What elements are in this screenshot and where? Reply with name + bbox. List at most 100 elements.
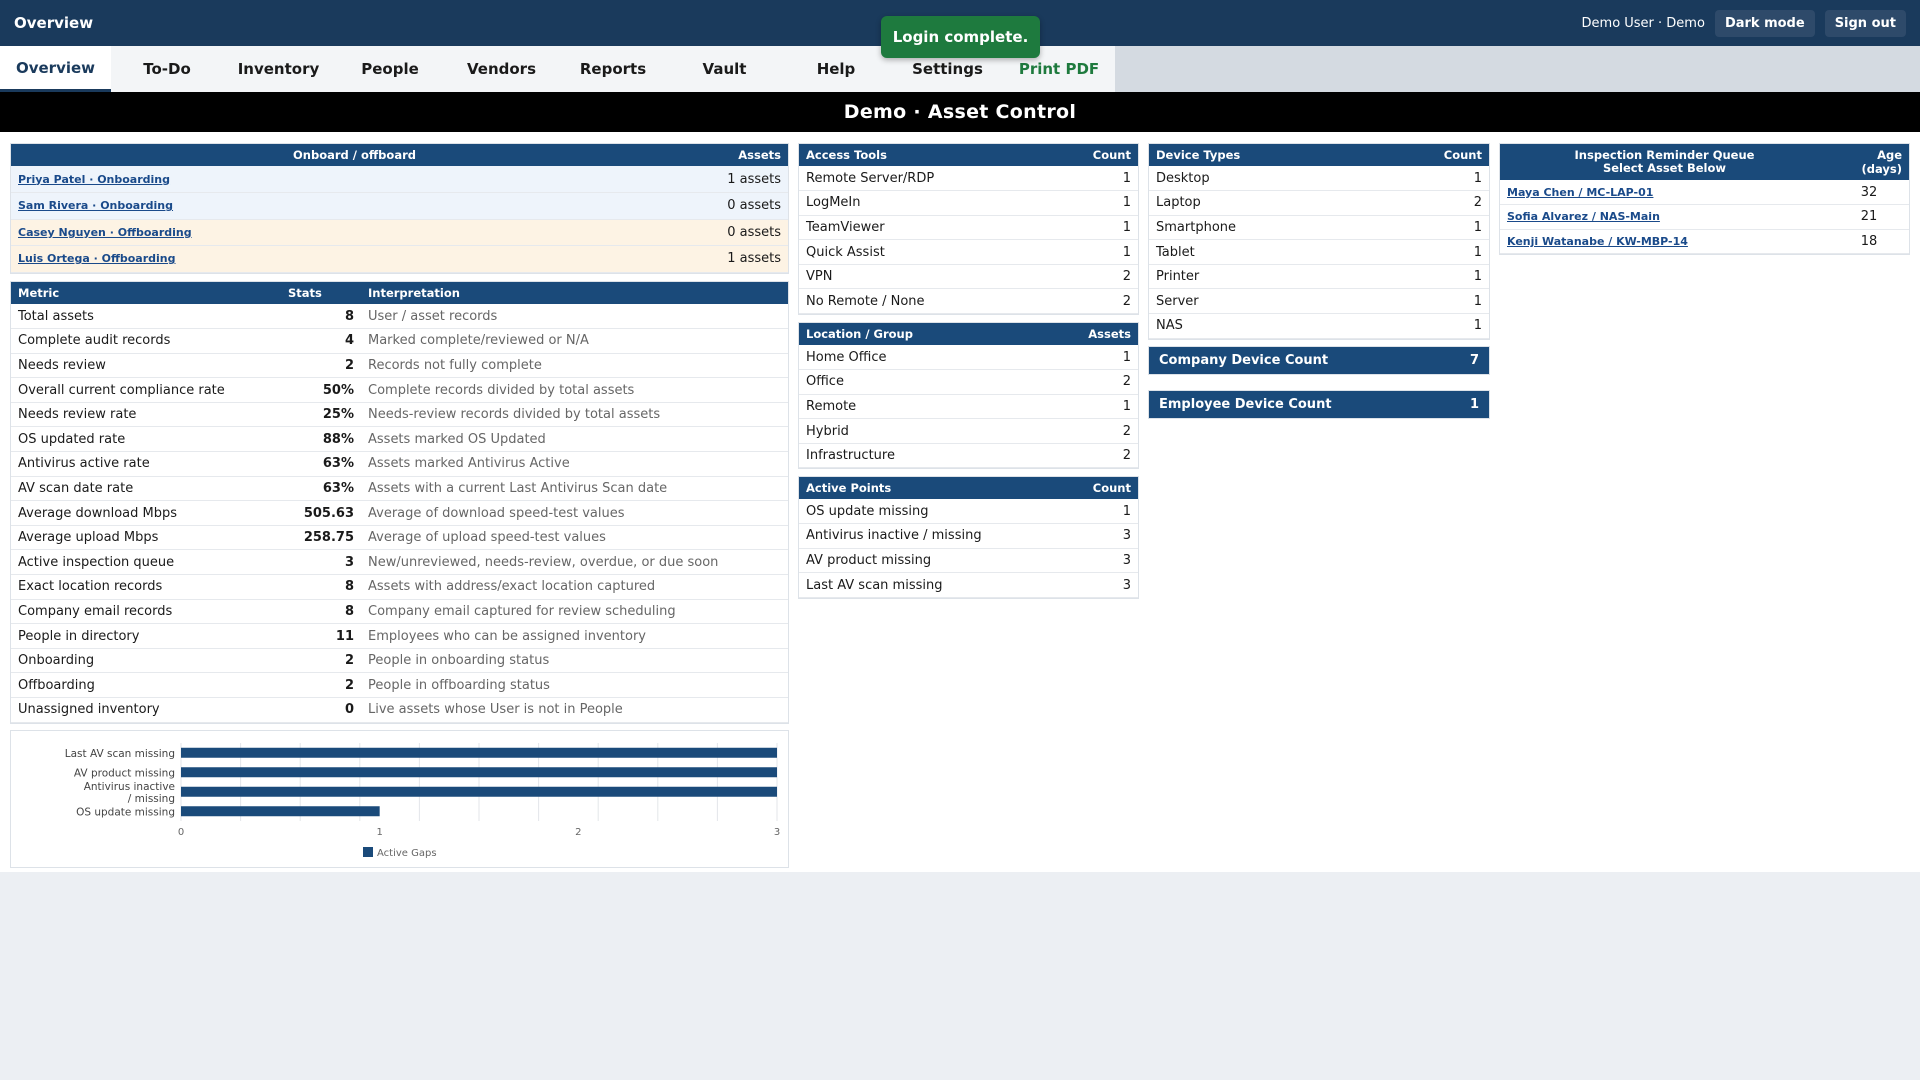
- metric-name: Active inspection queue: [11, 549, 281, 576]
- metric-stat: 3: [281, 549, 361, 576]
- metric-row: AV scan date rate 63% Assets with a curren…: [11, 476, 788, 502]
- metric-row: Active inspection queue 3 New/unreviewed, …: [11, 549, 788, 576]
- metric-interpretation: Needs-review records divided by total as…: [361, 402, 788, 428]
- access-tools-count-header: Count: [1046, 144, 1138, 166]
- metric-name: OS updated rate: [11, 426, 281, 453]
- device-type-label: Tablet: [1149, 239, 1372, 265]
- metric-interpretation: Assets with address/exact location captu…: [361, 574, 788, 600]
- device-type-label: Printer: [1149, 264, 1372, 290]
- employee-device-value: 1: [1469, 397, 1479, 412]
- inspection-row: Kenji Watanabe / KW-MBP-14 18: [1500, 229, 1909, 255]
- access-tool-row: Remote Server/RDP 1: [799, 166, 1138, 192]
- device-types-panel: Device Types Count Desktop 1 Laptop 2 Smartp…: [1148, 143, 1490, 340]
- metric-name: People in directory: [11, 623, 281, 649]
- dark-mode-button[interactable]: Dark mode: [1714, 9, 1815, 37]
- onboard-header-assets: Assets: [698, 144, 788, 166]
- inspection-row: Sofia Alvarez / NAS-Main 21: [1500, 204, 1909, 230]
- active-point-count: 3: [1064, 572, 1138, 598]
- metric-row: Overall current compliance rate 50% Comple…: [11, 377, 788, 403]
- onboard-person-link[interactable]: Casey Nguyen · Offboarding: [18, 226, 192, 239]
- device-type-row: Laptop 2: [1149, 190, 1489, 216]
- company-device-label: Company Device Count: [1159, 353, 1329, 368]
- metric-name: Exact location records: [11, 574, 281, 600]
- location-assets-header: Assets: [1029, 323, 1138, 345]
- tab-overview[interactable]: Overview: [0, 46, 111, 92]
- onboard-person-link[interactable]: Luis Ortega · Offboarding: [18, 252, 176, 265]
- metric-stat: 505.63: [281, 500, 361, 526]
- device-type-label: Smartphone: [1149, 215, 1372, 241]
- device-types-header: Device Types: [1149, 144, 1372, 166]
- tab-people[interactable]: People: [334, 46, 446, 92]
- onboard-person-link[interactable]: Priya Patel · Onboarding: [18, 173, 170, 186]
- inspection-asset-link[interactable]: Kenji Watanabe / KW-MBP-14: [1507, 235, 1688, 248]
- chart-tick-label: 0: [178, 827, 184, 838]
- device-type-row: Smartphone 1: [1149, 215, 1489, 241]
- access-tool-count: 1: [1046, 215, 1138, 241]
- metric-interpretation: Average of download speed-test values: [361, 500, 788, 526]
- inspection-row: Maya Chen / MC-LAP-01 32: [1500, 180, 1909, 206]
- chart-tick-label: 2: [575, 827, 581, 838]
- metrics-header-interpretation: Interpretation: [361, 282, 788, 304]
- metric-row: Offboarding 2 People in offboarding status: [11, 672, 788, 698]
- metric-interpretation: Assets marked OS Updated: [361, 426, 788, 453]
- device-type-count: 1: [1371, 239, 1489, 265]
- access-tool-count: 1: [1046, 239, 1138, 265]
- tab-vendors[interactable]: Vendors: [446, 46, 557, 92]
- metric-name: Complete audit records: [11, 328, 281, 354]
- chart-bar: [181, 767, 777, 778]
- metric-interpretation: Records not fully complete: [361, 353, 788, 379]
- metric-stat: 11: [281, 623, 361, 649]
- chart-tick-label: 1: [376, 827, 382, 838]
- inspection-queue-panel: Inspection Reminder Queue Select Asset B…: [1499, 143, 1910, 256]
- active-point-row: AV product missing 3: [799, 548, 1138, 574]
- metric-row: Needs review rate 25% Needs-review records…: [11, 402, 788, 428]
- active-gaps-chart-svg: Last AV scan missing AV product missing An…: [65, 743, 780, 859]
- tab-to-do[interactable]: To-Do: [111, 46, 223, 92]
- tab-reports[interactable]: Reports: [557, 46, 669, 92]
- inspection-asset-link[interactable]: Maya Chen / MC-LAP-01: [1507, 186, 1653, 199]
- metric-stat: 63%: [281, 451, 361, 477]
- access-tool-count: 1: [1046, 166, 1138, 192]
- metric-interpretation: Live assets whose User is not in People: [361, 697, 788, 723]
- active-point-label: Last AV scan missing: [799, 572, 1065, 598]
- device-type-row: Server 1: [1149, 288, 1489, 315]
- tab-help[interactable]: Help: [780, 46, 892, 92]
- company-device-count: Company Device Count 7: [1148, 346, 1490, 375]
- onboard-person-cell: Priya Patel · Onboarding: [11, 166, 698, 193]
- metric-name: Unassigned inventory: [11, 697, 281, 723]
- access-tool-row: VPN 2: [799, 264, 1138, 290]
- metric-name: Total assets: [11, 304, 281, 330]
- device-type-label: NAS: [1149, 313, 1372, 339]
- inspection-header-subtitle: Select Asset Below: [1602, 161, 1727, 175]
- metric-interpretation: User / asset records: [361, 304, 788, 330]
- access-tool-row: LogMeIn 1: [799, 190, 1138, 216]
- location-header: Location / Group: [799, 323, 1030, 345]
- sign-out-button[interactable]: Sign out: [1824, 9, 1906, 37]
- active-point-count: 1: [1064, 499, 1138, 525]
- metric-row: Unassigned inventory 0 Live assets whose U…: [11, 697, 788, 723]
- metric-interpretation: Average of upload speed-test values: [361, 525, 788, 551]
- device-type-row: Printer 1: [1149, 264, 1489, 290]
- metric-stat: 50%: [281, 377, 361, 403]
- inspection-asset-cell: Sofia Alvarez / NAS-Main: [1500, 204, 1829, 230]
- location-count: 2: [1029, 369, 1138, 395]
- inspection-header: Inspection Reminder Queue Select Asset B…: [1500, 144, 1829, 180]
- onboard-assets-cell: 1 assets: [698, 166, 788, 193]
- device-type-count: 1: [1371, 166, 1489, 192]
- location-count: 1: [1029, 345, 1138, 371]
- access-tools-header: Access Tools: [799, 144, 1047, 166]
- metric-interpretation: Company email captured for review schedu…: [361, 599, 788, 625]
- device-type-count: 1: [1371, 313, 1489, 339]
- chart-category-label: Last AV scan missing: [65, 748, 175, 760]
- metric-interpretation: Assets with a current Last Antivirus Sca…: [361, 476, 788, 502]
- metric-row: Exact location records 8 Assets with addre…: [11, 574, 788, 600]
- onboard-row: Casey Nguyen · Offboarding 0 assets: [11, 219, 788, 246]
- tab-vault[interactable]: Vault: [669, 46, 780, 92]
- device-type-label: Desktop: [1149, 166, 1372, 192]
- metric-name: Overall current compliance rate: [11, 377, 281, 403]
- employee-device-count: Employee Device Count 1: [1148, 390, 1490, 419]
- onboard-person-link[interactable]: Sam Rivera · Onboarding: [18, 199, 173, 212]
- metric-name: Antivirus active rate: [11, 451, 281, 477]
- tab-inventory[interactable]: Inventory: [223, 46, 334, 92]
- inspection-asset-link[interactable]: Sofia Alvarez / NAS-Main: [1507, 210, 1660, 223]
